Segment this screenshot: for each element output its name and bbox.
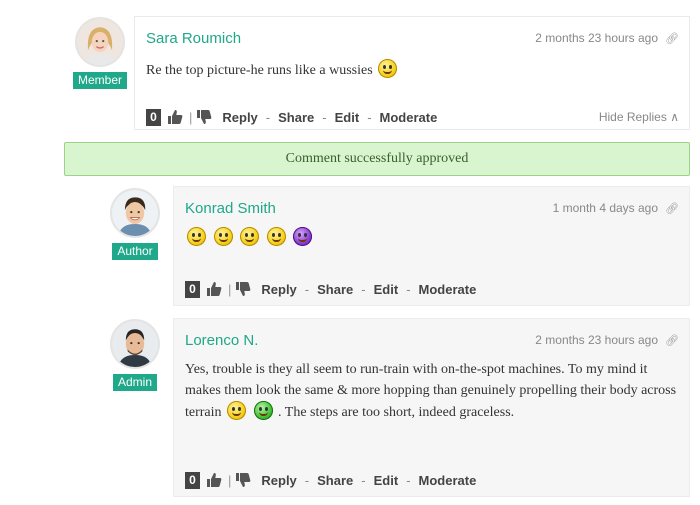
share-button[interactable]: Share — [317, 282, 353, 297]
thumbs-down-icon[interactable] — [196, 109, 212, 125]
comment-text-part2: . The steps are too short, indeed gracel… — [278, 405, 515, 420]
action-separator: - — [361, 472, 366, 488]
avatar-image — [77, 19, 123, 65]
hide-replies-label: Hide Replies — [598, 110, 667, 124]
share-button[interactable]: Share — [317, 473, 353, 488]
comment-actions: 0 | Reply - Share - Edit - Moderate — [146, 108, 437, 126]
smile-emoji-icon — [187, 227, 206, 246]
comment-time[interactable]: 2 months 23 hours ago 🔗︎ — [535, 333, 679, 347]
comment-body: Yes, trouble is they all seem to run-tra… — [185, 359, 682, 423]
alien-emoji-icon — [253, 401, 273, 420]
vote-separator: | — [228, 281, 232, 297]
smile-emoji-icon — [227, 401, 247, 420]
devil-emoji-icon — [293, 227, 312, 246]
comment-actions: 0 | Reply - Share - Edit - Moderate — [185, 280, 476, 298]
comment-time-text: 2 months 23 hours ago — [535, 333, 659, 347]
reply-button[interactable]: Reply — [261, 282, 296, 297]
action-separator: - — [265, 109, 271, 125]
comment-author[interactable]: Lorenco N. — [185, 332, 258, 349]
comment-actions: 0 | Reply - Share - Edit - Moderate — [185, 471, 476, 489]
thumbs-up-icon[interactable] — [206, 472, 222, 488]
comment-card: Konrad Smith 1 month 4 days ago 🔗︎ 0 | Re… — [173, 186, 690, 306]
link-icon[interactable]: 🔗︎ — [665, 32, 679, 45]
chevron-up-icon: ∧ — [670, 110, 679, 124]
success-notice: Comment successfully approved — [64, 142, 690, 176]
vote-count: 0 — [185, 471, 200, 489]
action-separator: - — [361, 281, 366, 297]
moderate-button[interactable]: Moderate — [380, 110, 438, 125]
thumbs-up-icon[interactable] — [206, 281, 222, 297]
action-separator: - — [304, 472, 310, 488]
action-separator: - — [304, 281, 310, 297]
thumbs-down-icon[interactable] — [235, 281, 251, 297]
comment-time[interactable]: 2 months 23 hours ago 🔗︎ — [535, 31, 679, 45]
reply-button[interactable]: Reply — [222, 110, 257, 125]
role-badge: Author — [112, 243, 158, 260]
edit-button[interactable]: Edit — [335, 110, 360, 125]
vote-separator: | — [189, 109, 193, 125]
comment-author[interactable]: Konrad Smith — [185, 200, 276, 217]
link-icon[interactable]: 🔗︎ — [665, 202, 679, 215]
avatar[interactable] — [110, 188, 160, 238]
wink-emoji-icon — [378, 59, 398, 78]
comment-time-text: 1 month 4 days ago — [552, 201, 659, 215]
action-separator: - — [322, 109, 327, 125]
comment-card: Sara Roumich 2 months 23 hours ago 🔗︎ Re … — [134, 16, 690, 130]
comment-time-text: 2 months 23 hours ago — [535, 31, 659, 45]
role-badge: Member — [72, 72, 127, 89]
comment-body — [185, 227, 314, 249]
comment-text: Re the top picture-he runs like a wussie… — [146, 63, 373, 78]
avatar[interactable] — [110, 319, 160, 369]
comment-body: Re the top picture-he runs like a wussie… — [146, 59, 676, 81]
vote-count: 0 — [146, 108, 161, 126]
vote-count: 0 — [185, 280, 200, 298]
edit-button[interactable]: Edit — [374, 473, 399, 488]
avatar-column: Admin — [107, 319, 163, 391]
action-separator: - — [406, 472, 411, 488]
vote-separator: | — [228, 472, 232, 488]
role-badge: Admin — [112, 374, 157, 391]
hide-replies-button[interactable]: Hide Replies ∧ — [599, 110, 679, 124]
edit-button[interactable]: Edit — [374, 282, 399, 297]
avatar-column: Member — [72, 17, 128, 89]
avatar-image — [112, 321, 158, 367]
avatar-image — [112, 190, 158, 236]
thumbs-up-icon[interactable] — [167, 109, 183, 125]
action-separator: - — [367, 109, 372, 125]
reply-button[interactable]: Reply — [261, 473, 296, 488]
comment-time[interactable]: 1 month 4 days ago 🔗︎ — [553, 201, 679, 215]
smile-emoji-icon — [213, 227, 233, 246]
smile-emoji-icon — [240, 227, 259, 246]
comment-card: Lorenco N. 2 months 23 hours ago 🔗︎ Yes, … — [173, 318, 690, 497]
action-separator: - — [406, 281, 411, 297]
comment-author[interactable]: Sara Roumich — [146, 30, 241, 47]
avatar-column: Author — [107, 188, 163, 260]
thumbs-down-icon[interactable] — [235, 472, 251, 488]
moderate-button[interactable]: Moderate — [419, 473, 477, 488]
share-button[interactable]: Share — [278, 110, 314, 125]
avatar[interactable] — [75, 17, 125, 67]
grin-emoji-icon — [266, 227, 286, 246]
link-icon[interactable]: 🔗︎ — [665, 334, 679, 347]
moderate-button[interactable]: Moderate — [419, 282, 477, 297]
